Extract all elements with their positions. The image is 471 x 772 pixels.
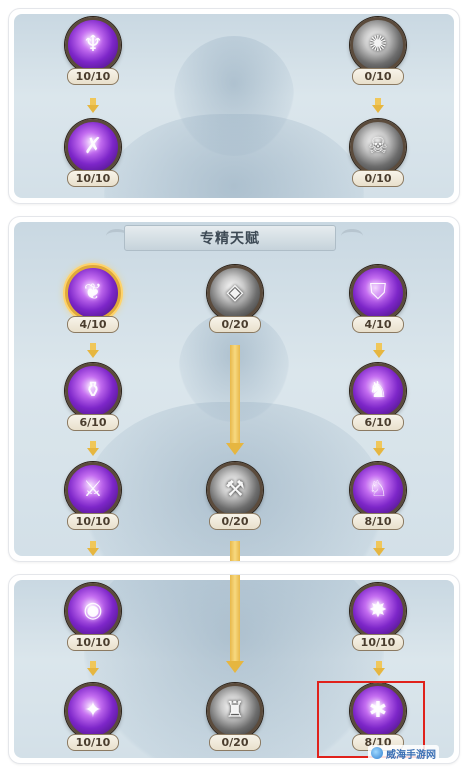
talent-points-badge: 0/20 (209, 734, 261, 751)
talent-points-badge: 0/10 (352, 170, 404, 187)
site-logo-icon (371, 747, 383, 759)
section-header: 专精天赋 (124, 225, 336, 251)
purple-charging-beast-icon: ♞ (368, 378, 388, 403)
talent-points-badge: 0/10 (352, 68, 404, 85)
talent-orb[interactable]: ✸ (350, 583, 406, 639)
watermark: 威海手游网 (368, 745, 439, 761)
talent-points-badge: 0/20 (209, 316, 261, 333)
down-arrow-icon (373, 661, 385, 677)
talent-orb[interactable]: ◉ (65, 583, 121, 639)
center-connector-line (230, 575, 240, 663)
watermark-text: 威海手游网 (386, 749, 436, 761)
talent-orb[interactable]: ❦ (65, 265, 121, 321)
talent-node[interactable]: ✺ 0/10 (346, 17, 410, 93)
talent-node[interactable]: ◈ 0/20 (203, 265, 267, 341)
purple-claw-strike-icon: ⚔ (83, 477, 103, 502)
talent-orb[interactable]: ✺ (350, 17, 406, 73)
talent-orb[interactable]: ♆ (65, 17, 121, 73)
down-arrow-icon (87, 98, 99, 114)
center-connector-line (230, 345, 240, 445)
purple-crossed-blades-icon: ✗ (83, 134, 103, 159)
talent-orb[interactable]: ☠ (350, 119, 406, 175)
talent-points-badge: 4/10 (352, 316, 404, 333)
grey-beast-head-icon: ♜ (225, 698, 245, 723)
talent-points-badge: 0/20 (209, 513, 261, 530)
talent-points-badge: 10/10 (67, 734, 119, 751)
purple-orb-vessel-icon: ⚱ (83, 378, 103, 403)
talent-node[interactable]: ❦ 4/10 (61, 265, 125, 341)
down-arrow-icon (373, 343, 385, 359)
purple-phoenix-icon: ✦ (83, 698, 103, 723)
talent-node[interactable]: ♞ 6/10 (346, 363, 410, 439)
down-arrow-icon (373, 541, 385, 557)
down-arrow-icon (226, 443, 244, 455)
down-arrow-icon (373, 441, 385, 457)
talent-node[interactable]: ⛉ 4/10 (346, 265, 410, 341)
talent-orb[interactable]: ♜ (207, 683, 263, 739)
talent-points-badge: 8/10 (352, 513, 404, 530)
talent-orb[interactable]: ⚒ (207, 462, 263, 518)
talent-orb[interactable]: ⚔ (65, 462, 121, 518)
talent-node[interactable]: ☠ 0/10 (346, 119, 410, 195)
purple-shield-burst-icon: ✸ (368, 598, 388, 623)
talent-node[interactable]: ✗ 10/10 (61, 119, 125, 195)
center-connector-line (230, 541, 240, 561)
talent-points-badge: 6/10 (352, 414, 404, 431)
talent-node[interactable]: ⚔ 10/10 (61, 462, 125, 538)
talent-points-badge: 6/10 (67, 414, 119, 431)
purple-wolf-icon: ♘ (368, 477, 388, 502)
purple-spirit-icon: ♆ (83, 32, 103, 57)
silhouette-body (104, 114, 364, 198)
talent-points-badge: 10/10 (67, 513, 119, 530)
talent-node[interactable]: ♆ 10/10 (61, 17, 125, 93)
talent-panel-specialization: 专精天赋 ❦ 4/10 ⚱ 6/10 ⚔ 10/10 ◈ 0/20 ⚒ 0/20 (8, 216, 460, 562)
talent-orb[interactable]: ♞ (350, 363, 406, 419)
talent-node[interactable]: ⚱ 6/10 (61, 363, 125, 439)
down-arrow-icon (87, 441, 99, 457)
talent-points-badge: 10/10 (352, 634, 404, 651)
talent-points-badge: 10/10 (67, 634, 119, 651)
talent-node[interactable]: ✦ 10/10 (61, 683, 125, 759)
talent-orb[interactable]: ✗ (65, 119, 121, 175)
grey-crystal-shard-icon: ◈ (226, 280, 244, 305)
talent-orb[interactable]: ✦ (65, 683, 121, 739)
down-arrow-icon (87, 661, 99, 677)
grey-demon-mask-icon: ☠ (368, 134, 388, 159)
talent-node[interactable]: ♘ 8/10 (346, 462, 410, 538)
talent-orb[interactable]: ♘ (350, 462, 406, 518)
talent-points-badge: 10/10 (67, 68, 119, 85)
down-arrow-icon (226, 661, 244, 673)
purple-shield-icon: ⛉ (369, 280, 387, 305)
header-ornament-right (341, 229, 363, 243)
talent-panel-top: ♆ 10/10 ✗ 10/10 ✺ 0/10 ☠ 0/10 (8, 8, 460, 204)
talent-node[interactable]: ♜ 0/20 (203, 683, 267, 759)
talent-orb[interactable]: ⚱ (65, 363, 121, 419)
grey-anvil-icon: ⚒ (225, 477, 245, 502)
talent-points-badge: 10/10 (67, 170, 119, 187)
down-arrow-icon (87, 343, 99, 359)
talent-node[interactable]: ⚒ 0/20 (203, 462, 267, 538)
talent-node[interactable]: ◉ 10/10 (61, 583, 125, 659)
talent-orb[interactable]: ◈ (207, 265, 263, 321)
talent-points-badge: 4/10 (67, 316, 119, 333)
purple-eye-icon: ◉ (83, 598, 103, 623)
down-arrow-icon (87, 541, 99, 557)
grey-gear-icon: ✺ (368, 32, 388, 57)
down-arrow-icon (372, 98, 384, 114)
talent-orb[interactable]: ⛉ (350, 265, 406, 321)
purple-flame-leaf-icon: ❦ (83, 280, 103, 305)
talent-node[interactable]: ✸ 10/10 (346, 583, 410, 659)
section-title: 专精天赋 (200, 231, 260, 247)
